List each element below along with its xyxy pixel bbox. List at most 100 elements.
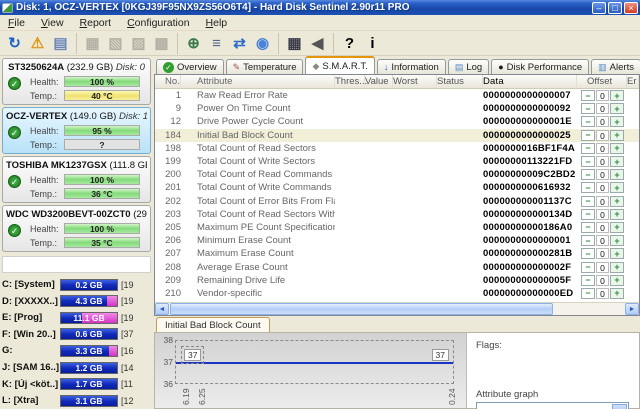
subtab-initial-bad-block-count[interactable]: Initial Bad Block Count: [156, 317, 270, 332]
offset-increase-button[interactable]: +: [610, 288, 624, 299]
offset-increase-button[interactable]: +: [610, 248, 624, 259]
toolbar-button[interactable]: ▤: [49, 33, 72, 54]
offset-increase-button[interactable]: +: [610, 143, 624, 154]
offset-decrease-button[interactable]: −: [581, 90, 595, 101]
toolbar-button[interactable]: ⚠: [26, 33, 49, 54]
toolbar-button[interactable]: ⊕: [177, 33, 205, 54]
offset-decrease-button[interactable]: −: [581, 143, 595, 154]
offset-decrease-button[interactable]: −: [581, 103, 595, 114]
table-row[interactable]: 184 Initial Bad Block Count 000000000000…: [155, 129, 639, 142]
toolbar-button[interactable]: ▦: [278, 33, 306, 54]
offset-increase-button[interactable]: +: [610, 222, 624, 233]
offset-increase-button[interactable]: +: [610, 182, 624, 193]
menu-item[interactable]: View: [33, 16, 72, 30]
offset-increase-button[interactable]: +: [610, 130, 624, 141]
partition-row[interactable]: G: 3.3 GB [16: [2, 343, 151, 360]
col-worst[interactable]: Worst: [393, 75, 437, 88]
offset-increase-button[interactable]: +: [610, 116, 624, 127]
offset-decrease-button[interactable]: −: [581, 248, 595, 259]
toolbar-button[interactable]: ▧: [104, 33, 127, 54]
col-value[interactable]: Value: [365, 75, 393, 88]
offset-increase-button[interactable]: +: [610, 103, 624, 114]
offset-decrease-button[interactable]: −: [581, 182, 595, 193]
scrollbar-track[interactable]: [169, 303, 625, 315]
toolbar-button[interactable]: ◀: [306, 33, 329, 54]
toolbar-button[interactable]: ⇄: [228, 33, 251, 54]
offset-increase-button[interactable]: +: [610, 209, 624, 220]
partition-row[interactable]: E: [Prog] 11.1 GB [19: [2, 309, 151, 326]
tab[interactable]: ↓ Information: [377, 59, 446, 74]
minimize-button[interactable]: –: [592, 2, 606, 14]
horizontal-scrollbar[interactable]: ◄ ►: [155, 302, 639, 315]
tab[interactable]: ▥ Alerts: [591, 59, 640, 74]
partition-row[interactable]: D: [XXXXX..] 4.3 GB [19: [2, 293, 151, 310]
table-row[interactable]: 202 Total Count of Error Bits From Flash…: [155, 195, 639, 208]
attribute-graph[interactable]: 38 37 36 37 37 6.19 6.25 0.24: [155, 333, 467, 408]
table-row[interactable]: 199 Total Count of Write Sectors 0000000…: [155, 155, 639, 168]
disk-card[interactable]: WDC WD3200BEVT-00ZCT0 (298 ✓ Health: 100…: [2, 205, 151, 252]
toolbar-button[interactable]: ◉: [251, 33, 274, 54]
tab[interactable]: ▤ Log: [448, 59, 489, 74]
tab[interactable]: ✓ Overview: [156, 59, 224, 74]
title-bar[interactable]: Disk: 1, OCZ-VERTEX [0KGJ39F95NX9ZS56O6T…: [0, 0, 640, 15]
offset-increase-button[interactable]: +: [610, 196, 624, 207]
table-header[interactable]: No. Attribute Thres... Value Worst Statu…: [155, 75, 639, 89]
offset-decrease-button[interactable]: −: [581, 169, 595, 180]
attribute-graph-dropdown[interactable]: [476, 402, 629, 409]
table-row[interactable]: 210 Vendor-specific 00000000000000ED − 0…: [155, 287, 639, 300]
offset-increase-button[interactable]: +: [610, 169, 624, 180]
col-status[interactable]: Status: [437, 75, 483, 88]
table-row[interactable]: 203 Total Count of Read Sectors With Cor…: [155, 208, 639, 221]
offset-increase-button[interactable]: +: [610, 156, 624, 167]
toolbar-button[interactable]: ▨: [127, 33, 150, 54]
tab[interactable]: ✎ Temperature: [226, 59, 304, 74]
offset-increase-button[interactable]: +: [610, 275, 624, 286]
scroll-right-arrow[interactable]: ►: [625, 303, 639, 315]
col-threshold[interactable]: Thres...: [335, 75, 365, 88]
tab[interactable]: ● Disk Performance: [491, 59, 589, 74]
offset-decrease-button[interactable]: −: [581, 156, 595, 167]
offset-decrease-button[interactable]: −: [581, 235, 595, 246]
toolbar-button[interactable]: i: [361, 33, 384, 54]
toolbar-button[interactable]: ≡: [205, 33, 228, 54]
partition-row[interactable]: F: [Win 20..] 0.6 GB [37: [2, 326, 151, 343]
partition-row[interactable]: K: [Új <köt..] 1.7 GB [11: [2, 376, 151, 393]
table-row[interactable]: 207 Maximum Erase Count 000000000000281B…: [155, 247, 639, 260]
table-row[interactable]: 12 Drive Power Cycle Count 0000000000000…: [155, 115, 639, 128]
offset-decrease-button[interactable]: −: [581, 288, 595, 299]
disk-card[interactable]: OCZ-VERTEX (149.0 GB) Disk: 1 ✓ Health: …: [2, 107, 151, 154]
maximize-button[interactable]: □: [608, 2, 622, 14]
col-data[interactable]: Data: [483, 75, 577, 88]
table-row[interactable]: 198 Total Count of Read Sectors 00000000…: [155, 142, 639, 155]
col-no[interactable]: No.: [155, 75, 181, 88]
table-row[interactable]: 200 Total Count of Read Commands 0000000…: [155, 168, 639, 181]
offset-increase-button[interactable]: +: [610, 262, 624, 273]
table-row[interactable]: 206 Minimum Erase Count 0000000000000001…: [155, 234, 639, 247]
toolbar-button[interactable]: ↻: [3, 33, 26, 54]
close-button[interactable]: ×: [624, 2, 638, 14]
offset-decrease-button[interactable]: −: [581, 130, 595, 141]
col-error[interactable]: Er: [627, 75, 639, 88]
table-row[interactable]: 9 Power On Time Count 0000000000000092 −…: [155, 102, 639, 115]
offset-decrease-button[interactable]: −: [581, 275, 595, 286]
partition-row[interactable]: L: [Xtra] 3.1 GB [12: [2, 392, 151, 409]
toolbar-button[interactable]: ▦: [76, 33, 104, 54]
table-row[interactable]: 205 Maximum PE Count Specification 00000…: [155, 221, 639, 234]
offset-decrease-button[interactable]: −: [581, 222, 595, 233]
menu-item[interactable]: Configuration: [119, 16, 197, 30]
scroll-left-arrow[interactable]: ◄: [155, 303, 169, 315]
menu-item[interactable]: Report: [72, 16, 120, 30]
table-row[interactable]: 208 Average Erase Count 000000000000002F…: [155, 260, 639, 273]
menu-item[interactable]: Help: [198, 16, 236, 30]
col-attribute[interactable]: Attribute: [181, 75, 335, 88]
toolbar-button[interactable]: ▩: [150, 33, 173, 54]
offset-decrease-button[interactable]: −: [581, 196, 595, 207]
disk-card[interactable]: TOSHIBA MK1237GSX (111.8 GB) ✓ Health: 1…: [2, 156, 151, 203]
partition-row[interactable]: C: [System] 0.2 GB [19: [2, 276, 151, 293]
toolbar-button[interactable]: ?: [333, 33, 361, 54]
offset-increase-button[interactable]: +: [610, 235, 624, 246]
offset-decrease-button[interactable]: −: [581, 262, 595, 273]
offset-decrease-button[interactable]: −: [581, 209, 595, 220]
table-row[interactable]: 1 Raw Read Error Rate 0000000000000007 −…: [155, 89, 639, 102]
table-row[interactable]: 201 Total Count of Write Commands 000000…: [155, 181, 639, 194]
